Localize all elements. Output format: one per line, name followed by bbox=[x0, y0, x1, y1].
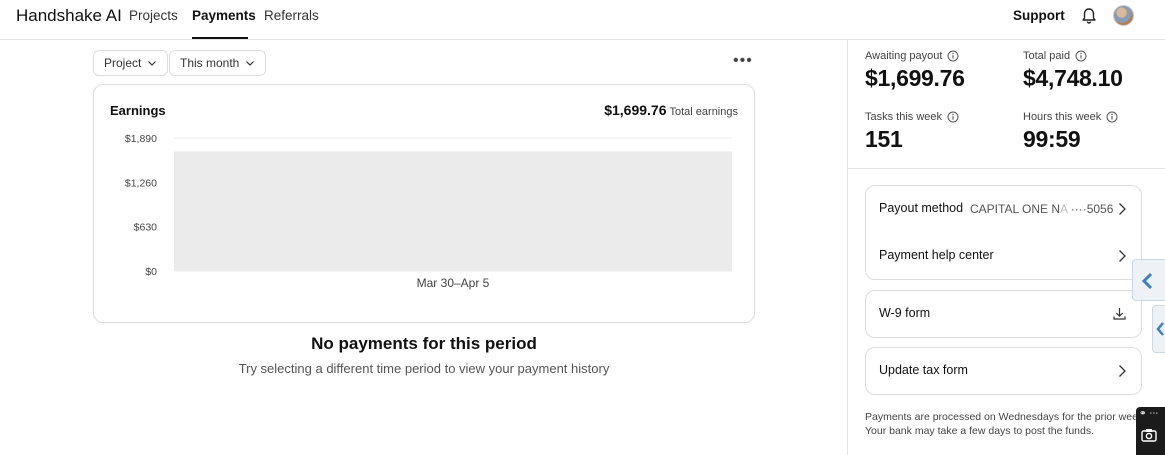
project-filter-label: Project bbox=[104, 56, 142, 70]
chevron-right-icon bbox=[1119, 365, 1126, 377]
stat-value: 151 bbox=[865, 126, 903, 152]
stat-value: $4,748.10 bbox=[1023, 65, 1123, 91]
payment-help-center-row[interactable]: Payment help center bbox=[866, 232, 1141, 278]
stat-hours-this-week: Hours this week 99:59 bbox=[1023, 111, 1118, 153]
stat-value: 99:59 bbox=[1023, 126, 1081, 152]
earnings-card: Earnings $1,699.76 Total earnings $1,890 $… bbox=[93, 84, 755, 323]
bank-name-truncated: A bbox=[1060, 202, 1068, 216]
period-filter-label: This month bbox=[180, 56, 240, 70]
secondary-side-tab[interactable] bbox=[1152, 305, 1165, 353]
chevron-down-icon bbox=[246, 61, 255, 66]
chevron-down-icon bbox=[148, 61, 157, 66]
bank-name: CAPITAL ONE N bbox=[970, 202, 1061, 216]
download-icon[interactable] bbox=[1112, 306, 1127, 321]
bell-icon[interactable] bbox=[1080, 7, 1098, 25]
divider bbox=[848, 168, 1165, 169]
nav-payments[interactable]: Payments bbox=[192, 8, 256, 23]
y-tick-label: $630 bbox=[134, 222, 158, 234]
chevron-left-icon bbox=[1141, 272, 1153, 290]
collapse-sidebar-tab[interactable] bbox=[1132, 259, 1165, 301]
screenshot-tool[interactable]: ⚭ ⋯ bbox=[1136, 407, 1165, 455]
stat-label: Hours this week bbox=[1023, 111, 1102, 123]
payment-schedule-note: Payments are processed on Wednesdays for… bbox=[865, 410, 1138, 438]
stat-label: Total paid bbox=[1023, 50, 1071, 62]
stat-tasks-this-week: Tasks this week 151 bbox=[865, 111, 959, 153]
more-options-icon[interactable]: ••• bbox=[733, 53, 753, 69]
brand-logo[interactable]: Handshake AI bbox=[16, 6, 122, 26]
camera-icon[interactable] bbox=[1141, 428, 1157, 442]
earnings-chart: $1,890 $1,260 $630 $0 Mar 30–Apr 5 bbox=[125, 133, 732, 290]
active-tab-indicator bbox=[192, 37, 248, 39]
chevron-left-icon bbox=[1156, 322, 1164, 336]
earnings-bar[interactable] bbox=[174, 151, 732, 271]
payout-method-label: Payout method bbox=[879, 201, 964, 215]
bank-account-detail: CAPITAL ONE NA ····5056 bbox=[970, 202, 1113, 216]
chevron-right-icon bbox=[1119, 250, 1126, 262]
w9-form-label: W-9 form bbox=[879, 306, 931, 320]
info-icon[interactable] bbox=[947, 50, 959, 62]
link-icon[interactable]: ⚭ ⋯ bbox=[1139, 409, 1158, 419]
support-link[interactable]: Support bbox=[1013, 8, 1065, 23]
w9-form-card[interactable]: W-9 form bbox=[865, 290, 1142, 338]
nav-projects[interactable]: Projects bbox=[129, 8, 178, 23]
nav-referrals[interactable]: Referrals bbox=[264, 8, 319, 23]
chevron-right-icon bbox=[1119, 203, 1126, 215]
footnote-line-1: Payments are processed on Wednesdays for… bbox=[865, 411, 1138, 423]
user-avatar[interactable] bbox=[1113, 5, 1134, 26]
top-nav: Handshake AI Projects Payments Referrals… bbox=[0, 0, 1165, 40]
payment-help-center-label: Payment help center bbox=[879, 248, 994, 262]
stat-label: Awaiting payout bbox=[865, 50, 943, 62]
y-tick-label: $1,890 bbox=[125, 133, 157, 145]
stat-total-paid: Total paid $4,748.10 bbox=[1023, 50, 1123, 92]
account-suffix: ····5056 bbox=[1070, 202, 1114, 216]
empty-state-title: No payments for this period bbox=[311, 334, 537, 353]
payout-method-row[interactable]: Payout method CAPITAL ONE NA ····5056 bbox=[866, 186, 1141, 232]
stat-awaiting-payout: Awaiting payout $1,699.76 bbox=[865, 50, 965, 92]
x-tick-label: Mar 30–Apr 5 bbox=[417, 276, 490, 290]
stat-value: $1,699.76 bbox=[865, 65, 965, 91]
period-filter-dropdown[interactable]: This month bbox=[169, 50, 267, 76]
y-tick-label: $0 bbox=[145, 266, 157, 278]
update-tax-form-label: Update tax form bbox=[879, 363, 968, 377]
update-tax-form-card[interactable]: Update tax form bbox=[865, 347, 1142, 395]
info-icon[interactable] bbox=[947, 111, 959, 123]
stat-label: Tasks this week bbox=[865, 111, 943, 123]
summary-panel: Awaiting payout $1,699.76 Total paid $4,… bbox=[847, 40, 1165, 455]
payout-options-card: Payout method CAPITAL ONE NA ····5056 Pa… bbox=[865, 185, 1142, 280]
y-tick-label: $1,260 bbox=[125, 177, 157, 189]
project-filter-dropdown[interactable]: Project bbox=[93, 50, 169, 76]
info-icon[interactable] bbox=[1106, 111, 1118, 123]
footnote-line-2: Your bank may take a few days to post th… bbox=[865, 425, 1095, 437]
empty-state-subtitle: Try selecting a different time period to… bbox=[238, 361, 610, 376]
info-icon[interactable] bbox=[1075, 50, 1087, 62]
